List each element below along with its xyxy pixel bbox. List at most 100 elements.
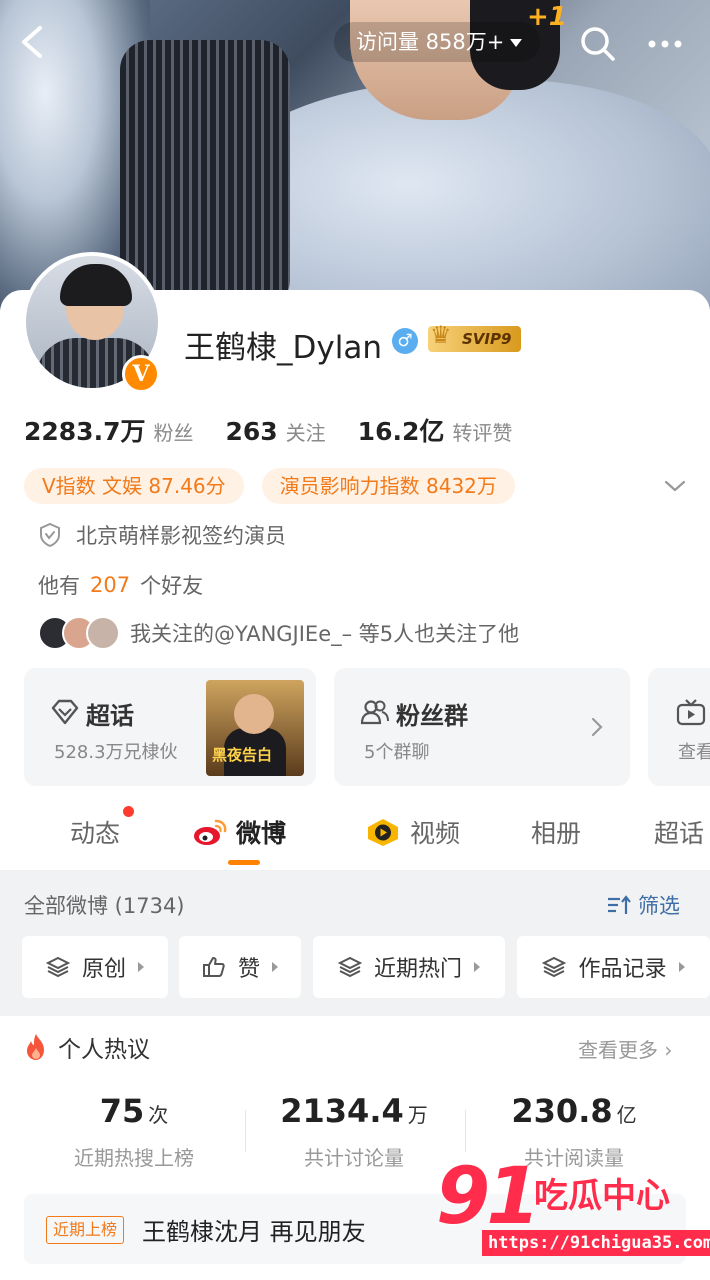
more-button[interactable] [640,24,690,64]
metric-value: 230.8 [511,1092,613,1130]
caret-right-icon [138,962,144,972]
chip-works[interactable]: 作品记录 [517,936,710,998]
layers-icon [45,956,70,978]
caret-right-icon [272,962,278,972]
caret-down-icon [510,39,523,47]
chip-label: 近期热门 [373,957,462,982]
chip-liked[interactable]: 赞 [179,936,301,998]
tab-supertopic[interactable]: 超话 [654,814,704,850]
card-subtitle: 5个群聊 [364,742,430,763]
tab-label: 相册 [531,819,582,848]
mutual-avatar [86,616,120,650]
stat-value: 263 [225,417,278,446]
recent-hot-item[interactable]: 近期上榜 王鹤棣沈月 再见朋友 [24,1194,686,1264]
chip-label: 原创 [81,957,126,982]
supertopic-card[interactable]: 超话 528.3万兄棣伙 黑夜告白 [24,668,316,786]
video-card[interactable]: 查看 [648,668,710,786]
index-pills: V指数 文娱 87.46分 演员影响力指数 8432万 [24,468,533,504]
hot-discussion-section: 个人热议 查看更多 › 75 次 近期热搜上榜 2134.4 万 共计讨论量 230… [0,1016,710,1280]
chip-label: 作品记录 [578,957,667,982]
stat-interactions[interactable]: 16.2亿 转评赞 [358,412,513,448]
card-subtitle: 528.3万兄棣伙 [54,742,178,763]
verified-v-badge: V [122,355,160,393]
back-button[interactable] [14,20,54,64]
group-icon [360,700,389,725]
more-dots-icon [648,40,682,48]
chip-label: 赞 [237,957,260,982]
search-button[interactable] [578,24,618,64]
active-tab-indicator [228,860,260,865]
metric-unit: 万 [407,1103,428,1127]
metric-label: 近期热搜上榜 [74,1146,194,1170]
verification-row: 北京萌样影视签约演员 [38,520,286,550]
v-index-pill[interactable]: V指数 文娱 87.46分 [24,468,244,504]
tab-label: 动态 [70,819,121,848]
feed-filter-area: 全部微博 (1734) 筛选 原创 赞 近期热门 作品记录 [0,870,710,1016]
profile-card: V 王鹤棣_Dylan ♂ ♛ SVIP9 2283.7万 粉丝 263 关注 … [0,252,710,870]
stat-label: 关注 [285,421,326,445]
filter-label: 筛选 [638,894,680,918]
stat-followers[interactable]: 2283.7万 粉丝 [24,412,193,448]
metric-label: 共计讨论量 [304,1146,404,1170]
verification-text: 北京萌样影视签约演员 [76,524,286,548]
top-bar: 访问量 858万+ +1 [0,0,710,88]
tab-label: 超话 [654,819,705,848]
visit-count-button[interactable]: 访问量 858万+ [334,22,541,62]
drama-poster[interactable]: 黑夜告白 [206,680,304,776]
recent-tag: 近期上榜 [46,1216,125,1244]
metric-label: 共计阅读量 [524,1146,624,1170]
friends-prefix: 他有 [38,574,80,598]
plus-one-badge: +1 [527,2,567,32]
actor-influence-pill[interactable]: 演员影响力指数 8432万 [261,468,515,504]
metric-hot-search[interactable]: 75 次 近期热搜上榜 [24,1092,244,1171]
tab-album[interactable]: 相册 [531,814,581,850]
chevron-right-icon [591,717,603,737]
hot-discussion-title: 个人热议 [24,1030,150,1064]
stat-following[interactable]: 263 关注 [225,417,325,446]
stats-row: 2283.7万 粉丝 263 关注 16.2亿 转评赞 [24,412,544,452]
expand-button[interactable] [662,476,688,496]
diamond-icon [51,699,79,725]
username: 王鹤棣_Dylan [184,330,382,366]
stat-value: 2283.7万 [24,417,146,446]
metric-unit: 亿 [616,1103,637,1127]
search-icon [581,27,615,61]
svip-badge[interactable]: ♛ SVIP9 [428,322,522,352]
video-play-icon [368,819,398,846]
layers-icon [337,956,362,978]
friends-row[interactable]: 他有 207 个好友 [38,570,203,600]
tv-icon [676,699,706,726]
visit-count-label: 访问量 858万+ [356,30,505,54]
tab-label: 视频 [410,819,461,848]
metric-unit: 次 [148,1103,169,1127]
see-more-link[interactable]: 查看更多 › [578,1034,672,1063]
caret-right-icon [678,962,685,972]
tab-label: 微博 [236,819,287,848]
poster-title: 黑夜告白 [212,746,273,764]
metric-value: 75 [99,1092,145,1130]
hot-title-text: 个人热议 [58,1037,150,1063]
weibo-logo-icon [194,819,227,845]
fan-group-card[interactable]: 粉丝群 5个群聊 [334,668,630,786]
profile-tabs: 动态 微博 视频 相册 超话 [0,800,710,870]
notification-dot [123,806,135,817]
filter-button[interactable]: 筛选 [606,890,680,920]
mutual-follow-row[interactable]: 我关注的@YANGJIEe_– 等5人也关注了他 [38,616,519,650]
metric-discussion[interactable]: 2134.4 万 共计讨论量 [244,1092,464,1171]
chip-original[interactable]: 原创 [22,936,168,998]
metric-reads[interactable]: 230.8 亿 共计阅读量 [464,1092,684,1171]
tab-weibo[interactable]: 微博 [192,814,286,850]
friends-count: 207 [90,573,131,597]
layers-icon [542,956,567,978]
fire-icon [27,1034,44,1060]
feature-cards: 超话 528.3万兄棣伙 黑夜告白 粉丝群 5个群聊 查看 [24,668,710,788]
poster-face [234,694,274,734]
recent-hot-text: 王鹤棣沈月 再见朋友 [142,1218,366,1246]
tab-dynamics[interactable]: 动态 [70,806,135,850]
tab-video[interactable]: 视频 [366,814,460,850]
thumbs-up-icon [202,957,225,977]
shield-icon [40,522,60,548]
chip-recent-hot[interactable]: 近期热门 [313,936,505,998]
crown-icon: ♛ [430,321,452,349]
chevron-down-icon [664,480,686,492]
